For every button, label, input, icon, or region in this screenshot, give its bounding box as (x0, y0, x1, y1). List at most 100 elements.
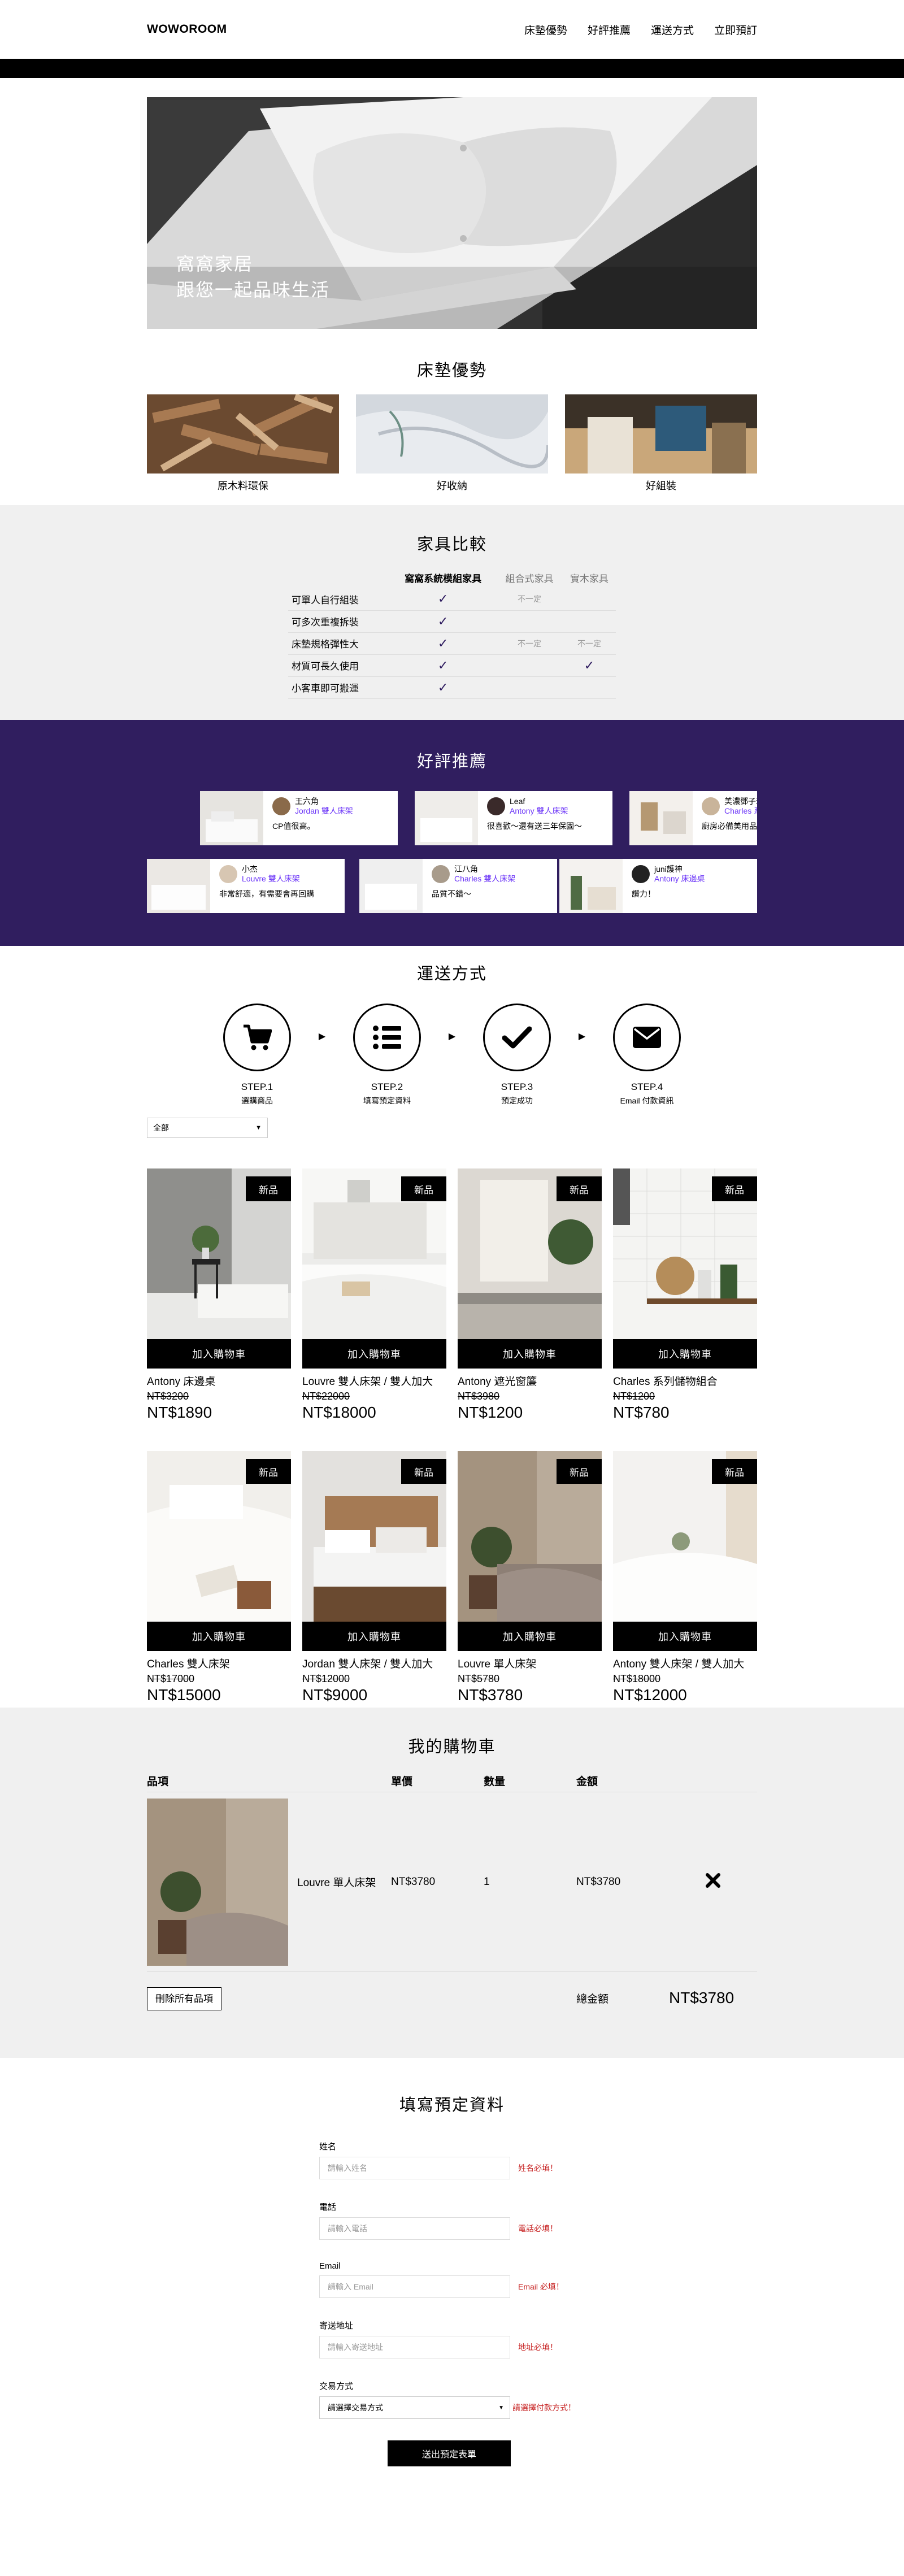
email-label: Email (319, 2261, 341, 2271)
review-card[interactable]: juni護神 Antony 床邊桌 讚力！ (559, 859, 757, 913)
review-card[interactable]: 美濃鄧子琪 Charles 系 廚房必備美用品！ (629, 791, 757, 845)
wood-image (147, 394, 339, 474)
review-product: Jordan 雙人床架 (295, 806, 353, 815)
add-to-cart-button[interactable]: 加入購物車 (147, 1339, 291, 1369)
address-input[interactable]: 請輸入寄送地址 (319, 2336, 510, 2358)
cart-icon (244, 1024, 272, 1050)
review-text: 非常舒適，有需要會再回購 (219, 889, 314, 898)
column-header: 組合式家具 (505, 574, 554, 584)
review-card[interactable]: Leaf Antony 雙人床架 很喜歡～還有送三年保固～ (415, 791, 612, 845)
payment-select[interactable]: 請選擇交易方式 ▼ (319, 2396, 510, 2419)
review-product: Antony 床邊桌 (654, 874, 705, 883)
product-grid: 新品 加入購物車 Antony 床邊桌 NT$3200 NT$1890 新品 加… (147, 1168, 757, 1704)
sale-price: NT$780 (613, 1404, 670, 1421)
product-image: 新品 (613, 1451, 757, 1622)
product-card: 新品 加入購物車 Charles 系列儲物組合 NT$1200 NT$780 (613, 1168, 757, 1422)
review-card[interactable]: 江八角 Charles 雙人床架 品質不錯～ (359, 859, 557, 913)
review-image (147, 859, 210, 913)
add-to-cart-button[interactable]: 加入購物車 (302, 1622, 446, 1651)
phone-input[interactable]: 請輸入電話 (319, 2217, 510, 2240)
review-product: Charles 雙人床架 (454, 874, 516, 883)
reviewer-name: 小杰 (242, 865, 258, 874)
compare-section: 家具比較 窩窩系統模組家具 組合式家具 實木家具 可單人自行組裝 ✓ 不一定 可… (0, 505, 904, 720)
reviews-section: 好評推薦 王六角 Jordan 雙人床架 CP值很高。 Leaf Antony … (0, 720, 904, 946)
product-image: 新品 (147, 1451, 291, 1622)
avatar (272, 797, 290, 815)
advantage-card: 好組裝 (565, 394, 757, 493)
review-text: CP值很高。 (272, 822, 315, 831)
shipping-section: 運送方式 STEP.1 選購商品 ▶ STEP.2 填寫預定資料 ▶ STEP.… (0, 946, 904, 1118)
review-product: Antony 雙人床架 (510, 806, 568, 815)
nav-advantages[interactable]: 床墊優勢 (524, 22, 567, 37)
email-input[interactable]: 請輸入 Email (319, 2275, 510, 2298)
cell-value: 不一定 (496, 632, 563, 655)
original-price: NT$5780 (458, 1673, 500, 1684)
arrow-right-icon: ▶ (448, 1032, 456, 1041)
cell-value (562, 610, 616, 633)
new-badge: 新品 (401, 1459, 446, 1484)
logo[interactable]: WOWOROOM (147, 23, 227, 36)
delete-all-button[interactable]: 刪除所有品項 (147, 1987, 221, 2010)
category-filter-select[interactable]: 全部 ▼ (147, 1118, 268, 1138)
hero-line-1: 窩窩家居 (176, 254, 254, 274)
table-row: 小客車即可搬運 ✓ (288, 676, 616, 699)
cart-title: 我的購物車 (408, 1738, 496, 1756)
step-title: STEP.1 (241, 1081, 273, 1092)
cart-header-row: 品項 單價 數量 金額 (147, 1773, 757, 1792)
product-card: 新品 加入購物車 Antony 雙人床架 / 雙人加大 NT$18000 NT$… (613, 1451, 757, 1704)
hero-banner: 窩窩家居 跟您一起品味生活 (147, 97, 757, 329)
submit-order-button[interactable]: 送出預定表單 (388, 2440, 511, 2466)
product-image: 新品 (302, 1168, 446, 1339)
add-to-cart-button[interactable]: 加入購物車 (458, 1622, 602, 1651)
product-image: 新品 (613, 1168, 757, 1339)
col-item: 品項 (147, 1776, 169, 1788)
avatar (702, 797, 720, 815)
review-image (629, 791, 693, 845)
close-icon (706, 1873, 720, 1888)
add-to-cart-button[interactable]: 加入購物車 (302, 1339, 446, 1369)
nav-reviews[interactable]: 好評推薦 (588, 22, 631, 37)
review-card[interactable]: 小杰 Louvre 雙人床架 非常舒適，有需要會再回購 (147, 859, 345, 913)
order-section: 填寫預定資料 姓名 請輸入姓名 姓名必填！ 電話 請輸入電話 電話必填！ Ema… (0, 2058, 904, 2466)
row-label: 可單人自行組裝 (288, 588, 390, 611)
product-image: 新品 (302, 1451, 446, 1622)
cell-value (562, 588, 616, 611)
hero-line-2: 跟您一起品味生活 (176, 280, 331, 300)
review-text: 讚力！ (632, 889, 655, 898)
review-card[interactable]: 王六角 Jordan 雙人床架 CP值很高。 (200, 791, 398, 845)
sale-price: NT$1890 (147, 1404, 212, 1421)
add-to-cart-button[interactable]: 加入購物車 (613, 1622, 757, 1651)
cart-item-row: Louvre 單人床架 NT$3780 1 NT$3780 (147, 1792, 757, 1972)
step-3: STEP.3 預定成功 (479, 1004, 555, 1106)
name-input[interactable]: 請輸入姓名 (319, 2157, 510, 2179)
chevron-down-icon: ▼ (255, 1124, 262, 1131)
step-title: STEP.2 (371, 1081, 403, 1092)
add-to-cart-button[interactable]: 加入購物車 (458, 1339, 602, 1369)
nav-shipping[interactable]: 運送方式 (651, 22, 694, 37)
add-to-cart-button[interactable]: 加入購物車 (613, 1339, 757, 1369)
check-icon: ✓ (562, 654, 616, 677)
filter-value: 全部 (153, 1123, 169, 1132)
cart-item-price: NT$3780 (391, 1875, 436, 1888)
product-card: 新品 加入購物車 Louvre 雙人床架 / 雙人加大 NT$22000 NT$… (302, 1168, 446, 1422)
add-to-cart-button[interactable]: 加入購物車 (147, 1622, 291, 1651)
remove-item-button[interactable] (669, 1873, 757, 1892)
product-image: 新品 (458, 1451, 602, 1622)
advantages-title: 床墊優勢 (416, 362, 487, 380)
review-text: 品質不錯～ (432, 889, 471, 898)
email-error: Email 必填！ (518, 2282, 564, 2291)
review-image (559, 859, 623, 913)
order-form: 姓名 請輸入姓名 姓名必填！ 電話 請輸入電話 電話必填！ Email 請輸入 … (319, 2140, 579, 2466)
cart-item-total: NT$3780 (576, 1875, 621, 1888)
original-price: NT$1200 (613, 1391, 655, 1402)
original-price: NT$12000 (302, 1673, 350, 1684)
advantages-section: 床墊優勢 原木料環保 好收納 好組裝 (0, 329, 904, 492)
sale-price: NT$3780 (458, 1686, 523, 1704)
advantage-caption: 好組裝 (646, 480, 676, 492)
original-price: NT$17000 (147, 1673, 195, 1684)
arrow-right-icon: ▶ (318, 1032, 326, 1041)
nav-order[interactable]: 立即預訂 (714, 22, 757, 37)
review-image (415, 791, 478, 845)
avatar (487, 797, 505, 815)
product-name: Charles 雙人床架 (147, 1658, 230, 1670)
